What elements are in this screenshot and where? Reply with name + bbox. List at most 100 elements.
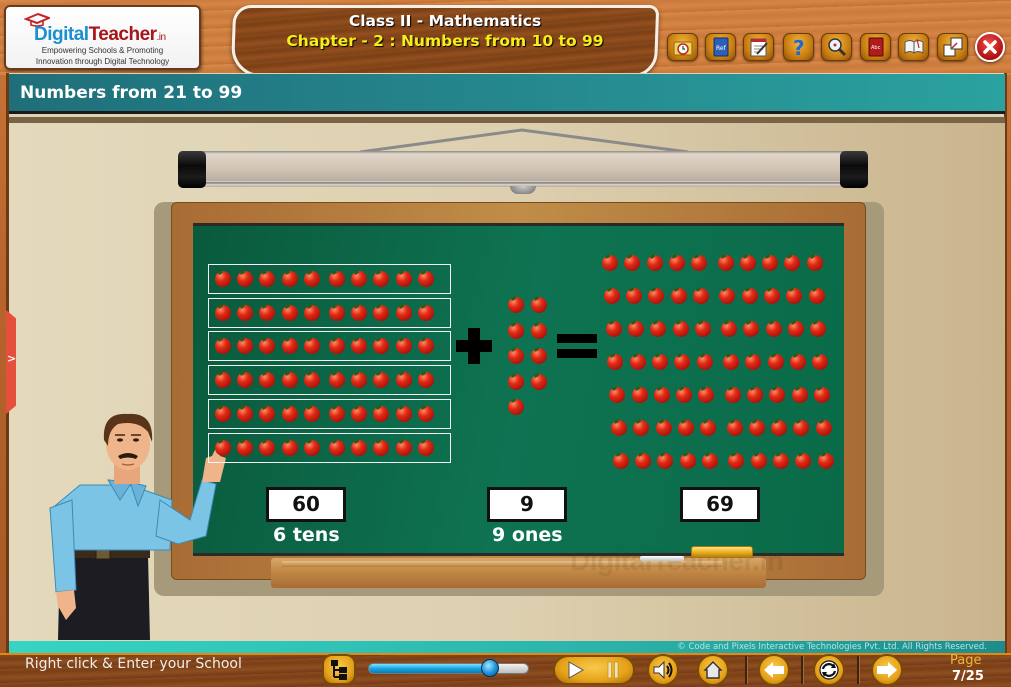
next-page-button[interactable] xyxy=(871,654,903,686)
tomato-counter xyxy=(395,338,412,355)
roller-pull-knob xyxy=(510,186,536,194)
search-button[interactable] xyxy=(821,33,852,61)
tomato-counter xyxy=(763,288,780,304)
tomato-counter xyxy=(741,288,758,304)
tomato-counter xyxy=(237,439,254,456)
tomato-counter xyxy=(812,354,829,370)
tomato-counter xyxy=(373,304,390,321)
roller-end-cap-right xyxy=(840,151,868,188)
tomato-counter xyxy=(772,453,789,469)
tomato-counter xyxy=(679,453,696,469)
table-of-contents-button[interactable] xyxy=(322,654,356,685)
tomato-counter xyxy=(329,439,345,456)
home-button[interactable] xyxy=(697,654,729,686)
tomato-counter xyxy=(395,304,412,321)
tomato-counter xyxy=(395,372,412,389)
tomato-counter xyxy=(215,304,231,321)
tomato-counter xyxy=(281,405,298,422)
svg-text:Ref: Ref xyxy=(716,45,727,52)
total-value-box: 69 xyxy=(680,487,760,522)
svg-text:?: ? xyxy=(793,36,805,58)
logo-wordmark: DigitalTeacher.in xyxy=(34,24,166,46)
page-label: Page xyxy=(950,653,982,668)
tomato-counter xyxy=(215,271,231,287)
history-button[interactable] xyxy=(667,33,698,61)
tomato-counter xyxy=(329,372,345,389)
tomato-counter xyxy=(508,399,524,415)
glossary-button[interactable] xyxy=(898,33,929,61)
help-button[interactable]: ? xyxy=(783,33,814,61)
tomato-counter xyxy=(652,354,668,370)
playback-controls xyxy=(553,655,635,685)
tomato-counter xyxy=(281,338,298,355)
tomato-counter xyxy=(767,354,784,370)
tomato-counter xyxy=(696,354,713,370)
tomato-counter xyxy=(626,288,643,304)
tomato-counter xyxy=(676,387,693,403)
teacher-character xyxy=(49,413,226,640)
tomato-counter xyxy=(789,354,806,370)
tomato-counter xyxy=(215,372,231,389)
tomato-counter xyxy=(808,288,825,304)
reference-button[interactable]: Ref xyxy=(705,33,736,61)
dictionary-button[interactable]: Abc xyxy=(860,33,891,61)
tomato-counter xyxy=(281,372,298,389)
tomato-counter xyxy=(351,405,368,422)
tomato-counter xyxy=(303,372,320,389)
ones-label: 9 ones xyxy=(492,524,563,546)
logo-tagline-2: Innovation through Digital Technology xyxy=(35,57,170,66)
course-title: Class II - Mathematics xyxy=(348,12,542,30)
tomato-counter xyxy=(417,439,434,456)
tomato-counter xyxy=(668,255,685,271)
footer-separator xyxy=(857,656,860,684)
tomato-counter xyxy=(750,453,767,469)
close-button[interactable] xyxy=(975,32,1005,62)
tomato-counter xyxy=(813,387,830,403)
history-clock-icon xyxy=(673,41,692,56)
notepad-pencil-icon xyxy=(750,38,768,57)
tomato-counter xyxy=(762,255,779,271)
chevron-right-icon[interactable]: > xyxy=(7,352,16,365)
audio-button[interactable] xyxy=(647,654,679,686)
previous-page-button[interactable] xyxy=(758,654,790,686)
tomato-counter xyxy=(702,453,718,469)
tomato-counter xyxy=(722,354,739,370)
play-icon[interactable] xyxy=(567,660,585,680)
tomato-counter xyxy=(395,271,412,287)
pause-icon[interactable] xyxy=(606,660,620,680)
tomato-counter xyxy=(281,304,298,321)
tomato-counter xyxy=(653,387,670,403)
tomato-counter xyxy=(329,405,345,422)
roller-end-cap-left xyxy=(178,151,206,188)
tomato-counter xyxy=(281,271,298,287)
board-eraser xyxy=(691,546,753,558)
tomato-counter xyxy=(531,373,547,390)
logo-teacher: Teacher xyxy=(88,24,157,45)
progress-slider[interactable] xyxy=(368,663,529,674)
projector-screen-roller xyxy=(178,151,868,187)
tomato-counter xyxy=(629,354,646,370)
plus-sign xyxy=(456,328,492,364)
tomato-counter xyxy=(215,405,231,422)
footer-separator xyxy=(745,656,748,684)
school-prompt[interactable]: Right click & Enter your School xyxy=(25,656,242,672)
progress-fill xyxy=(369,664,492,673)
tomato-counter xyxy=(815,420,832,436)
tomato-counter xyxy=(531,297,547,313)
chalk-stick xyxy=(640,556,684,561)
tomato-counter xyxy=(303,271,320,287)
tomato-counter xyxy=(694,321,711,337)
tomato-counter xyxy=(670,288,687,304)
tomato-counter xyxy=(611,420,627,436)
copyright-bar: © Code and Pixels Interactive Technologi… xyxy=(9,641,1005,653)
resize-window-button[interactable] xyxy=(937,33,968,61)
footer-separator xyxy=(801,656,804,684)
tomato-counter xyxy=(672,321,689,337)
section-title: Numbers from 21 to 99 xyxy=(20,83,243,103)
tomato-counter xyxy=(806,255,823,271)
tomato-counter xyxy=(329,271,345,287)
notes-button[interactable] xyxy=(743,33,774,61)
tomato-counter xyxy=(508,322,524,339)
help-question-icon: ? xyxy=(793,36,805,58)
replay-button[interactable] xyxy=(813,654,845,686)
